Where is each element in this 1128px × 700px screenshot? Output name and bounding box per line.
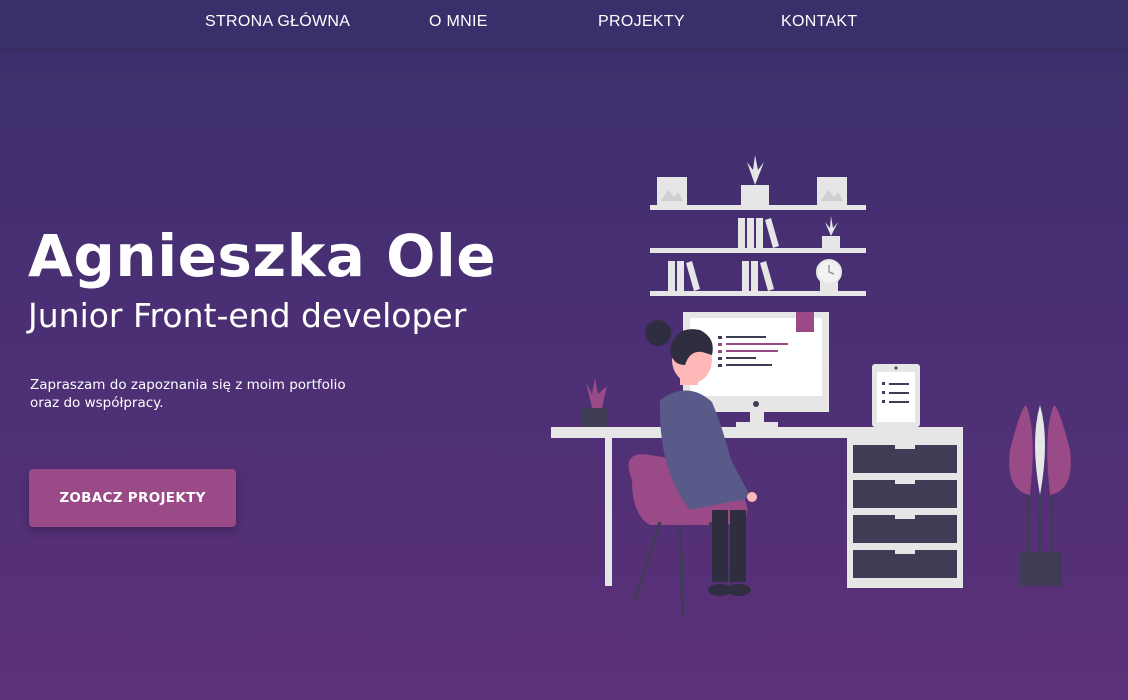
hero-intro-line2: oraz do współpracy. [30,395,164,411]
hero-role: Junior Front-end developer [28,296,467,335]
nav-item-about[interactable]: O MNIE [429,13,488,31]
nav-item-projects[interactable]: PROJEKTY [598,13,685,31]
see-projects-button[interactable]: ZOBACZ PROJEKTY [29,469,236,527]
floor-plant-icon [1009,405,1071,586]
nav-item-home[interactable]: STRONA GŁÓWNA [205,13,350,31]
hero-intro: Zapraszam do zapoznania się z moim portf… [30,376,390,412]
tablet-icon [872,364,920,427]
desk-icon [551,427,963,588]
desk-plant-icon [581,378,608,427]
bookshelf-icon [650,155,866,296]
top-navigation: STRONA GŁÓWNA O MNIE PROJEKTY KONTAKT [0,0,1128,48]
hero-intro-line1: Zapraszam do zapoznania się z moim portf… [30,377,346,393]
woman-at-desk-illustration [551,155,1071,617]
nav-item-contact[interactable]: KONTAKT [781,13,857,31]
hero-name: Agnieszka Ole [28,222,497,290]
